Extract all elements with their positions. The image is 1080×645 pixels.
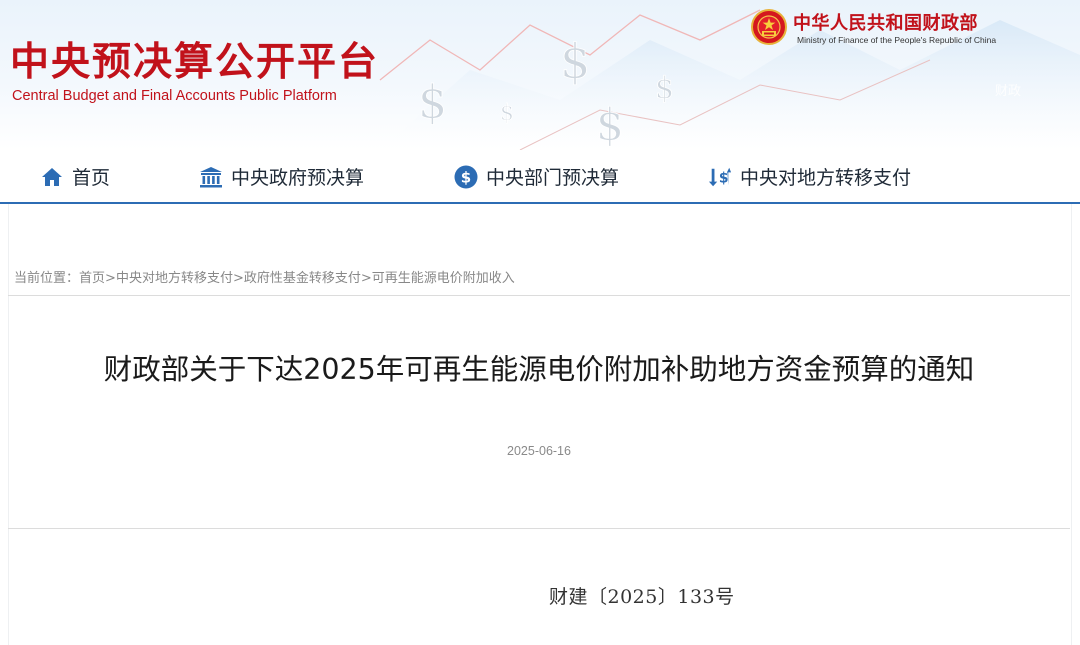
svg-text:财政: 财政 — [995, 84, 1021, 99]
dollar-coin-icon: $ — [454, 165, 478, 189]
site-subtitle: Central Budget and Final Accounts Public… — [12, 88, 337, 104]
breadcrumb-separator: > — [232, 271, 244, 286]
nav-item-label: 中央政府预决算 — [231, 167, 365, 189]
main-nav: 首页 中央政府预决算 $ 中央部门预决算 $ 中央对地方转移支付 — [0, 150, 1080, 203]
transfer-payment-icon: $ — [708, 165, 732, 189]
nav-item-central-department-budget[interactable]: $ 中央部门预决算 — [454, 150, 619, 203]
breadcrumb-prefix: 当前位置： — [14, 271, 80, 286]
site-title: 中央预决算公开平台 — [10, 40, 380, 85]
nav-item-label: 首页 — [72, 167, 111, 189]
nav-item-home[interactable]: 首页 — [40, 150, 110, 203]
svg-text:$: $ — [418, 75, 447, 129]
ministry-name: 中华人民共和国财政部 — [793, 13, 978, 34]
document-number: 财建〔2025〕133号 — [549, 586, 735, 608]
nav-item-label: 中央部门预决算 — [486, 167, 620, 189]
svg-text:$: $ — [655, 71, 674, 106]
nav-item-central-government-budget[interactable]: 中央政府预决算 — [199, 150, 364, 203]
breadcrumb-separator: > — [360, 271, 372, 286]
national-emblem-icon — [751, 9, 787, 45]
article-title: 财政部关于下达2025年可再生能源电价附加补助地方资金预算的通知 — [103, 353, 975, 386]
svg-text:$: $ — [719, 170, 729, 186]
svg-text:$: $ — [560, 34, 591, 90]
breadcrumb-link[interactable]: 可再生能源电价附加收入 — [372, 271, 515, 286]
breadcrumb-link[interactable]: 政府性基金转移支付 — [244, 271, 361, 286]
divider — [8, 528, 1070, 529]
home-icon — [40, 165, 64, 189]
breadcrumb-link[interactable]: 首页 — [79, 271, 105, 286]
breadcrumb: 当前位置：首页>中央对地方转移支付>政府性基金转移支付>可再生能源电价附加收入 — [14, 267, 515, 286]
publish-date: 2025-06-16 — [507, 444, 571, 458]
government-building-icon — [199, 165, 223, 189]
svg-text:$: $ — [461, 168, 471, 186]
nav-item-transfer-payment[interactable]: $ 中央对地方转移支付 — [708, 150, 911, 203]
svg-text:$: $ — [596, 100, 624, 150]
header-banner: $ $ $ $ $ 财政 中央预决算公开平台 Central Budget an… — [0, 0, 1080, 150]
breadcrumb-separator: > — [105, 271, 116, 286]
nav-item-label: 中央对地方转移支付 — [740, 167, 912, 189]
ministry-name-english: Ministry of Finance of the People's Repu… — [797, 35, 997, 45]
breadcrumb-link[interactable]: 中央对地方转移支付 — [116, 271, 233, 286]
divider — [8, 295, 1070, 296]
svg-text:$: $ — [500, 101, 514, 126]
